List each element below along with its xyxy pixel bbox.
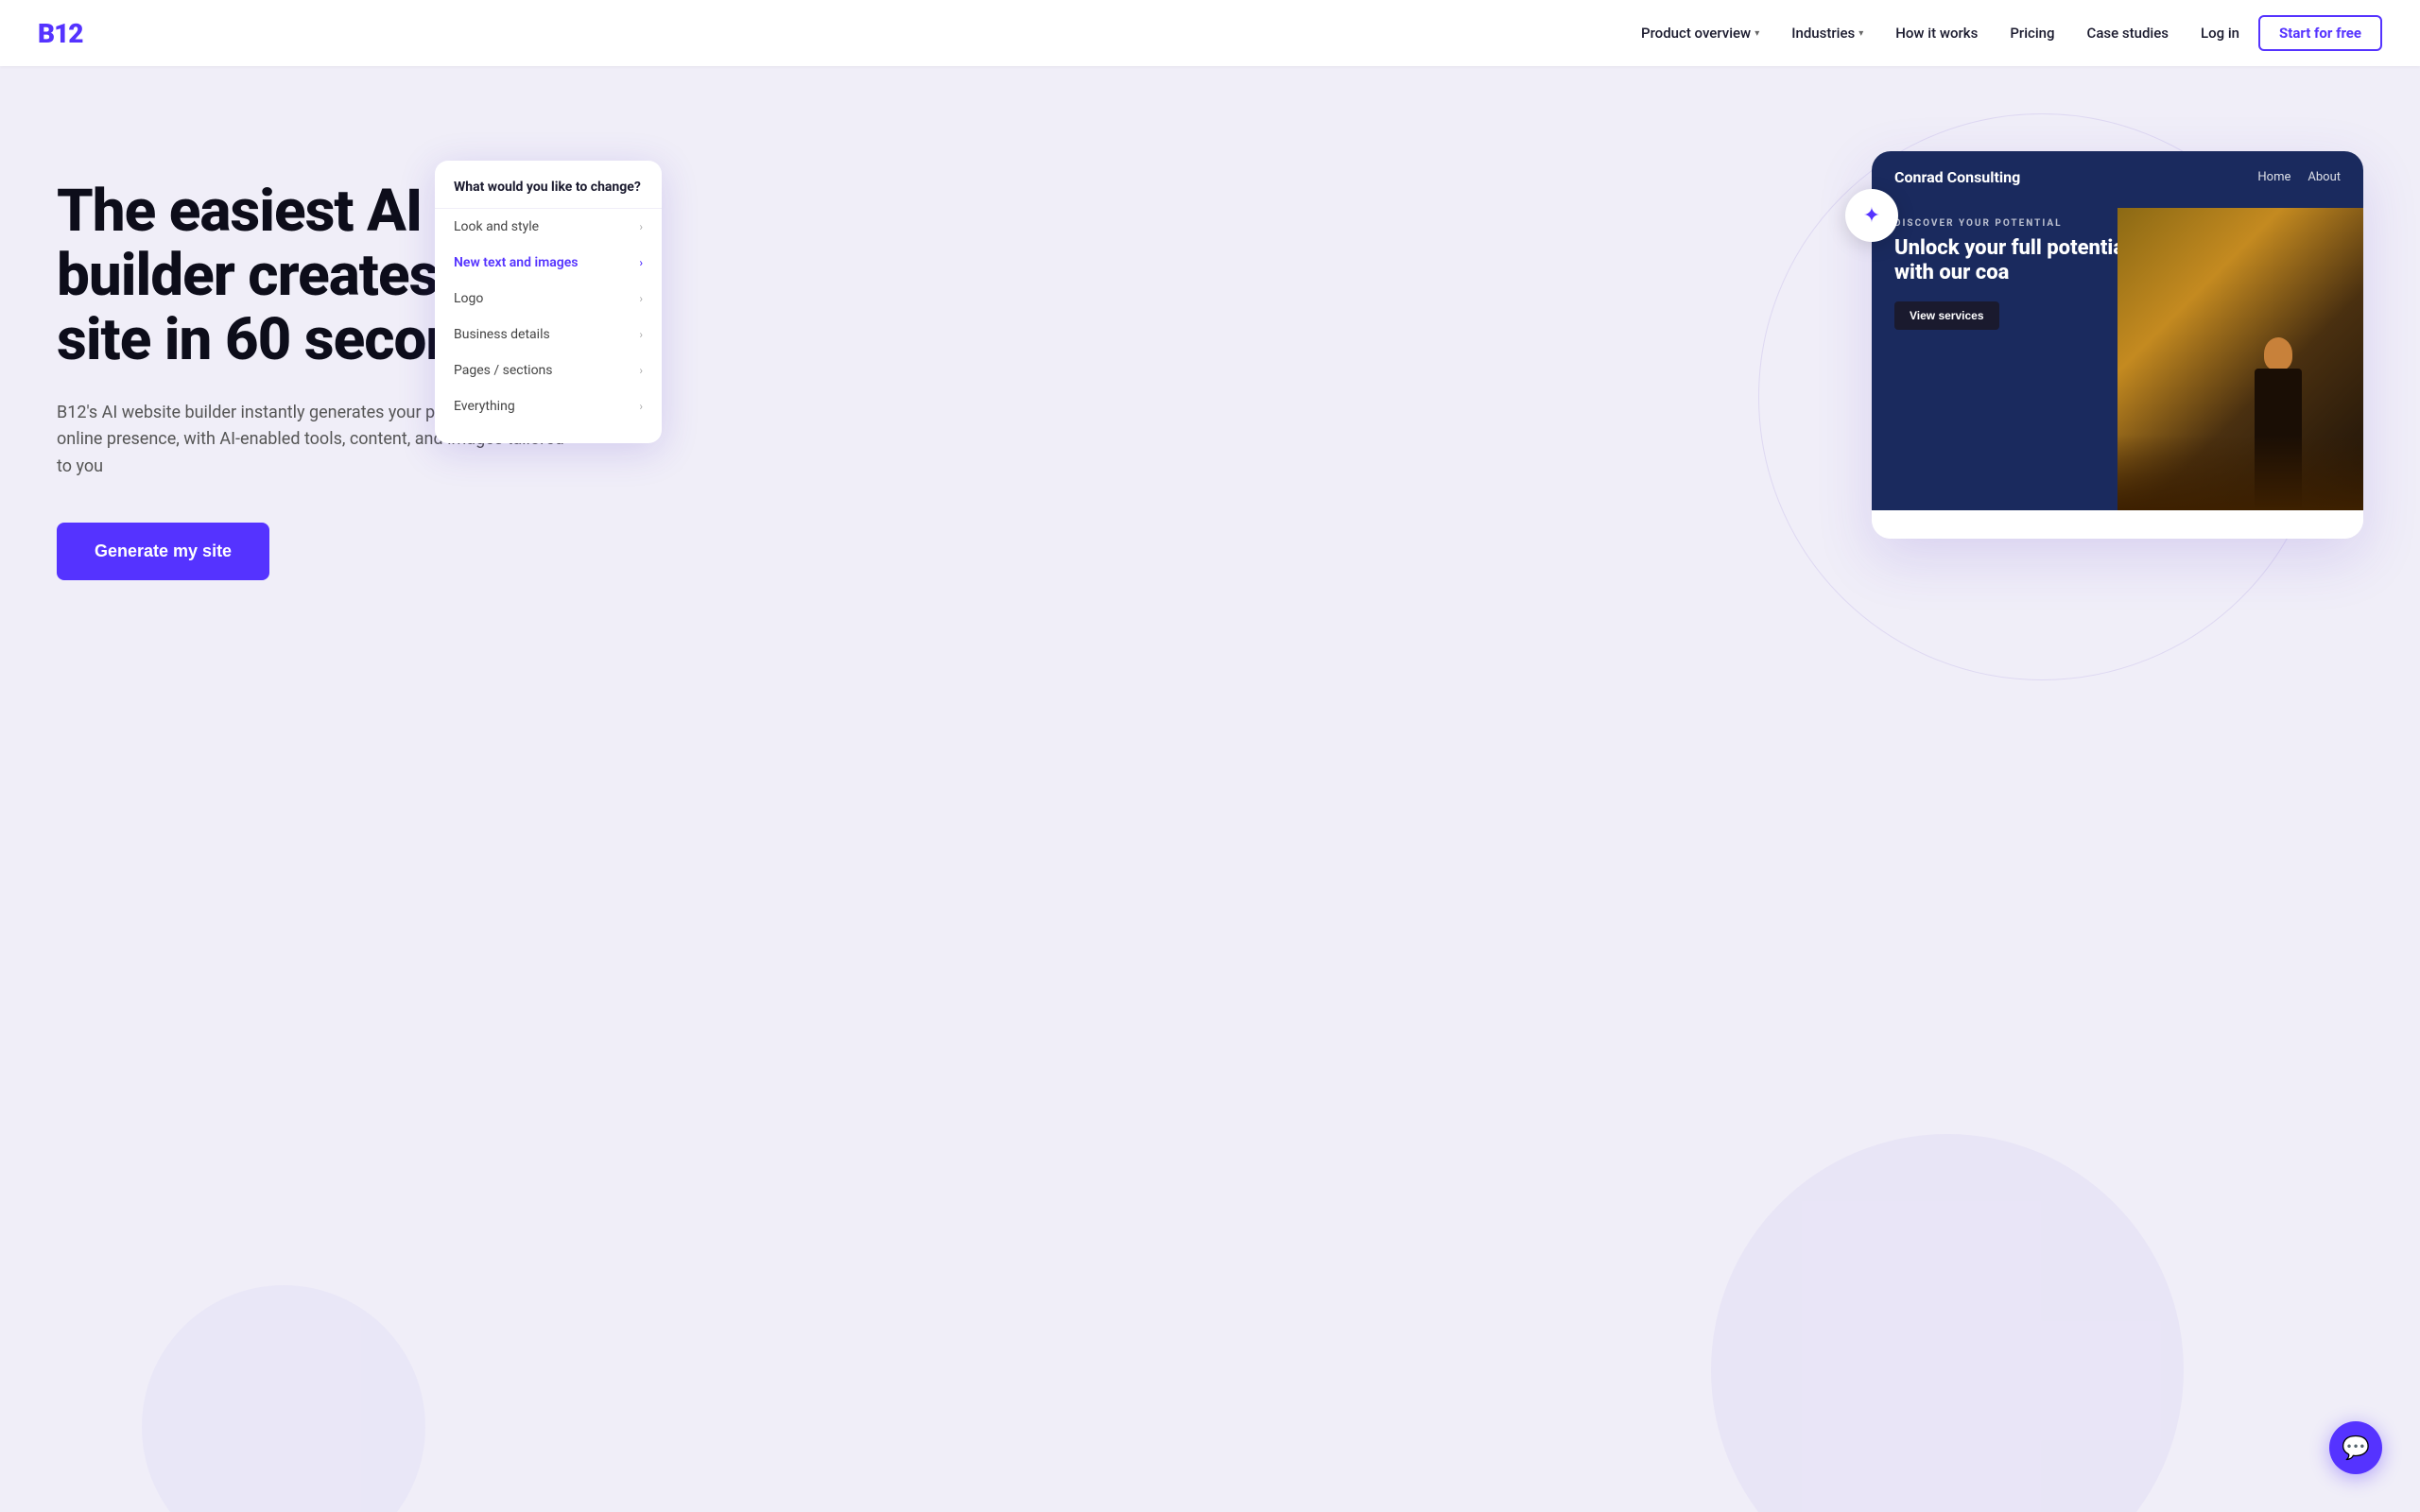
chevron-down-icon: ▾ bbox=[1754, 28, 1759, 39]
mockup-website-preview: Conrad Consulting Home About DISCOVER YO… bbox=[1872, 151, 2363, 510]
chevron-right-icon: › bbox=[639, 220, 643, 233]
mockup-headline: Unlock your full potential with our coa bbox=[1894, 236, 2140, 286]
change-panel-item-logo[interactable]: Logo › bbox=[435, 281, 662, 317]
nav-how-it-works[interactable]: How it works bbox=[1882, 17, 1991, 49]
decorative-circle-3 bbox=[142, 1285, 425, 1512]
decorative-circle-2 bbox=[1711, 1134, 2184, 1512]
brand-logo[interactable]: B12 bbox=[38, 18, 83, 49]
sparkle-icon: ✦ bbox=[1863, 204, 1880, 228]
nav-pricing[interactable]: Pricing bbox=[1996, 17, 2067, 49]
hero-generate-button[interactable]: Generate my site bbox=[57, 523, 269, 580]
change-panel-item-pages[interactable]: Pages / sections › bbox=[435, 352, 662, 388]
change-panel: What would you like to change? Look and … bbox=[435, 161, 662, 443]
chevron-right-icon: › bbox=[639, 328, 643, 341]
chat-button[interactable]: 💬 bbox=[2329, 1421, 2382, 1474]
chevron-right-icon: › bbox=[639, 256, 643, 269]
site-mockup-card: Conrad Consulting Home About DISCOVER YO… bbox=[1872, 151, 2363, 539]
nav-case-studies[interactable]: Case studies bbox=[2074, 17, 2182, 49]
chat-icon: 💬 bbox=[2342, 1435, 2370, 1461]
chevron-right-icon: › bbox=[639, 364, 643, 377]
nav-login[interactable]: Log in bbox=[2187, 17, 2253, 49]
nav-links: Product overview ▾ Industries ▾ How it w… bbox=[1628, 15, 2382, 51]
change-panel-title: What would you like to change? bbox=[435, 180, 662, 209]
person-head bbox=[2264, 337, 2292, 370]
hero-right-mockup: What would you like to change? Look and … bbox=[681, 142, 2363, 633]
change-panel-item-everything[interactable]: Everything › bbox=[435, 388, 662, 424]
mockup-view-services-button: View services bbox=[1894, 301, 1999, 330]
mockup-bottom-bar bbox=[1872, 510, 2363, 539]
change-panel-item-business[interactable]: Business details › bbox=[435, 317, 662, 352]
nav-industries[interactable]: Industries ▾ bbox=[1778, 17, 1876, 49]
navigation: B12 Product overview ▾ Industries ▾ How … bbox=[0, 0, 2420, 66]
chevron-right-icon: › bbox=[639, 292, 643, 305]
chevron-down-icon: ▾ bbox=[1858, 28, 1863, 39]
mockup-brand-name: Conrad Consulting bbox=[1894, 168, 2020, 186]
nav-product-overview[interactable]: Product overview ▾ bbox=[1628, 17, 1772, 49]
mockup-nav-home: Home bbox=[2257, 170, 2290, 184]
mockup-navbar: Conrad Consulting Home About bbox=[1872, 151, 2363, 203]
sparkle-button[interactable]: ✦ bbox=[1845, 189, 1898, 242]
mockup-nav-links: Home About bbox=[2257, 170, 2341, 184]
change-panel-item-text[interactable]: New text and images › bbox=[435, 245, 662, 281]
nav-start-free-button[interactable]: Start for free bbox=[2258, 15, 2382, 51]
change-panel-item-look[interactable]: Look and style › bbox=[435, 209, 662, 245]
mockup-photo bbox=[2118, 208, 2363, 510]
hero-section: The easiest AI website builder creates y… bbox=[0, 66, 2420, 1512]
mockup-nav-about: About bbox=[2308, 170, 2341, 184]
chevron-right-icon: › bbox=[639, 400, 643, 413]
